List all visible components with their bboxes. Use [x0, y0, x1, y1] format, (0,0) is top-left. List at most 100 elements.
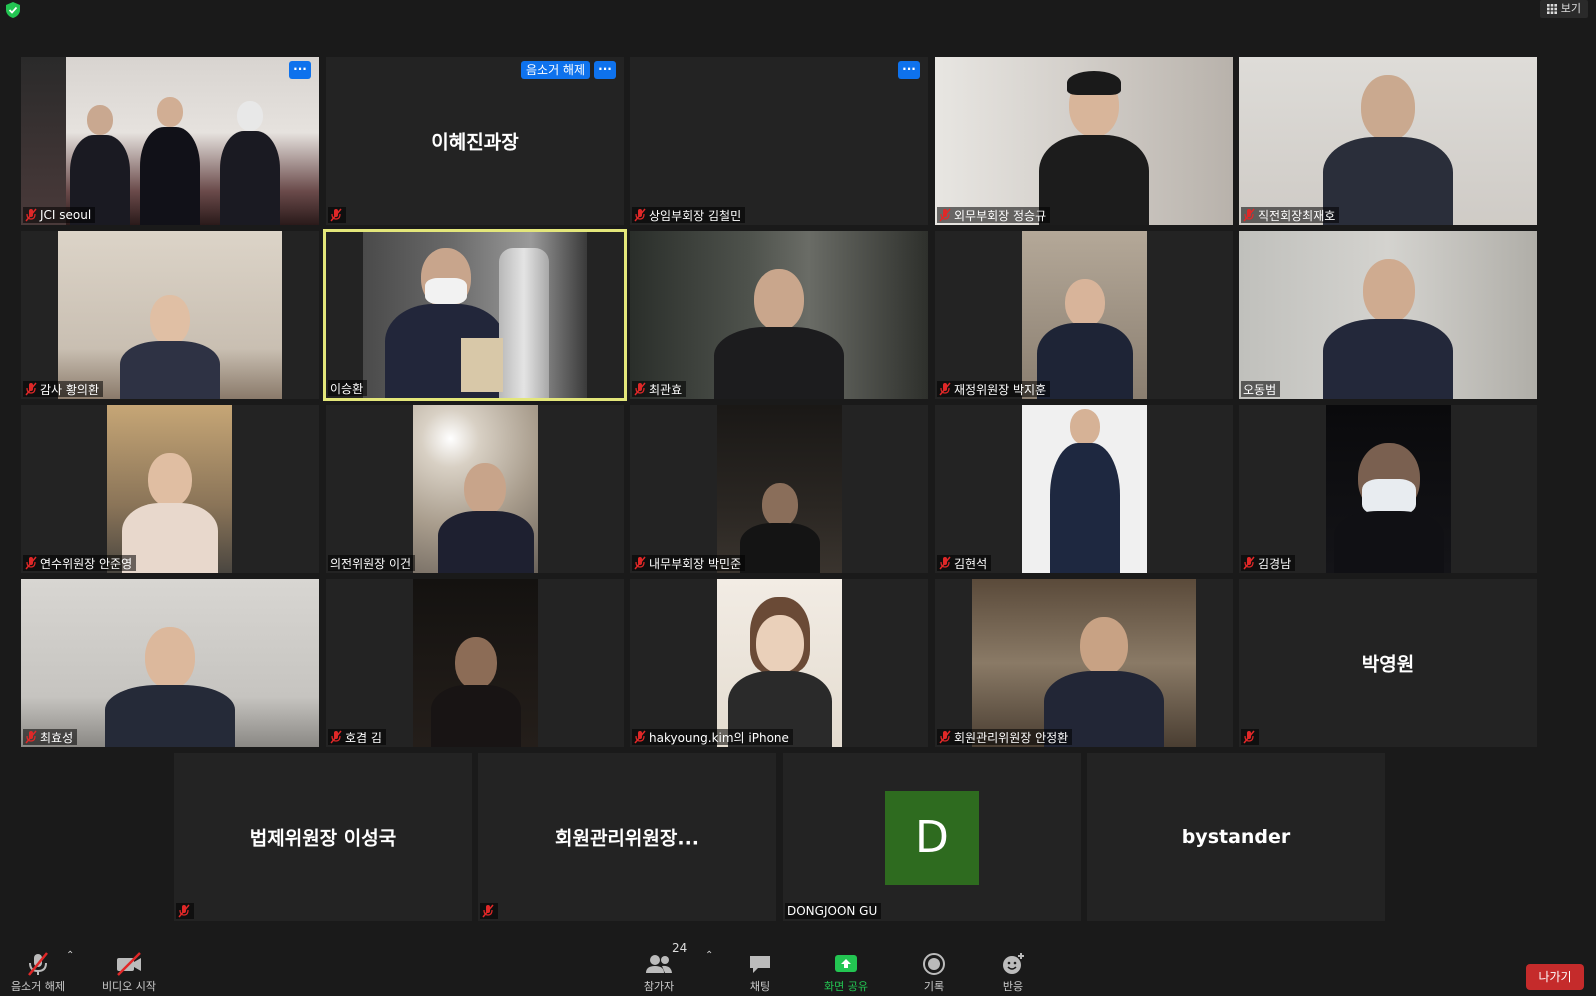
video-tile-bystander[interactable]: bystander	[1087, 753, 1385, 921]
video-tile-jci-seoul[interactable]: ··· JCI seoul	[21, 57, 319, 225]
participant-name-bar: 김경남	[1241, 555, 1296, 571]
mic-muted-icon	[482, 904, 494, 918]
participant-video	[630, 231, 928, 399]
video-tile-lee-seunghwan[interactable]: 이승환	[323, 229, 627, 401]
chat-label: 채팅	[749, 980, 771, 993]
participant-video	[21, 57, 319, 225]
grid-icon	[1546, 4, 1557, 14]
participant-video	[717, 405, 842, 573]
video-tile-jung-seunggyu[interactable]: 외무부회장 정승규	[935, 57, 1233, 225]
start-video-button[interactable]: 비디오 시작	[96, 951, 162, 996]
participant-name: 이승환	[330, 381, 364, 396]
reactions-icon	[1003, 953, 1024, 974]
participants-button[interactable]: 참가자	[634, 951, 684, 996]
participant-name: 회원관리위원장 안정환	[954, 730, 1069, 745]
mic-muted-icon	[28, 952, 48, 976]
video-tile-kim-cheolmin[interactable]: ··· 상임부회장 김철민	[630, 57, 928, 225]
video-tile-park-jihun[interactable]: 재정위원장 박지훈	[935, 231, 1233, 399]
reactions-button[interactable]: 반응	[993, 951, 1033, 996]
video-tile-choi-gwanhyo[interactable]: 최관효	[630, 231, 928, 399]
video-tile-dongjoon-gu[interactable]: D DONGJOON GU	[783, 753, 1081, 921]
meeting-controls-toolbar: 음소거 해제 ⌃ 비디오 시작 참가자 24 ⌃ 채팅 화면 공유 기록 반응 …	[0, 936, 1596, 996]
video-tile-lee-geon[interactable]: 의전위원장 이건	[326, 405, 624, 573]
participant-video	[935, 57, 1233, 225]
share-screen-button[interactable]: 화면 공유	[818, 951, 874, 996]
participant-name: 감사 황의환	[40, 382, 100, 397]
participant-name-bar: 재정위원장 박지훈	[937, 381, 1051, 397]
view-button[interactable]: 보기	[1539, 0, 1588, 18]
participant-name: JCI seoul	[40, 208, 92, 222]
participant-name-bar: 회원관리위원장 안정환	[937, 729, 1073, 745]
participants-icon	[646, 955, 672, 973]
unmute-label: 음소거 해제	[10, 980, 66, 993]
chat-button[interactable]: 채팅	[740, 951, 780, 996]
record-icon	[923, 953, 945, 975]
participant-video	[1239, 231, 1537, 399]
video-tile-an-junyeong[interactable]: 연수위원장 안준영	[21, 405, 319, 573]
participant-name: 외무부회장 정승규	[954, 208, 1047, 223]
video-tile-kim-hogyeom[interactable]: 호겸 김	[326, 579, 624, 747]
video-tile-hwang-uihwan[interactable]: 감사 황의환	[21, 231, 319, 399]
participant-display-name: 이혜진과장	[431, 131, 519, 154]
more-options-button[interactable]: ···	[898, 61, 920, 79]
view-label: 보기	[1560, 2, 1581, 15]
participant-display-name: bystander	[1181, 826, 1291, 848]
participant-video	[1022, 405, 1147, 573]
participant-count: 24	[672, 941, 688, 955]
video-tile-kim-hyeonseok[interactable]: 김현석	[935, 405, 1233, 573]
video-tile-oh-dongbeom[interactable]: 오동범	[1239, 231, 1537, 399]
participant-video	[1326, 405, 1451, 573]
participant-name: 오동범	[1243, 382, 1277, 397]
participant-name-bar: 오동범	[1241, 381, 1281, 397]
participant-video	[21, 579, 319, 747]
mic-muted-icon	[330, 208, 342, 222]
video-tile-park-yeongwon[interactable]: 박영원	[1239, 579, 1537, 747]
video-tile-hakyoung-iphone[interactable]: hakyoung.kim의 iPhone	[630, 579, 928, 747]
participant-name-bar: 내무부회장 박민준	[632, 555, 746, 571]
audio-options-caret[interactable]: ⌃	[66, 950, 74, 961]
more-options-button[interactable]: ···	[594, 61, 616, 79]
participant-name: 최효성	[40, 730, 74, 745]
video-tile-lee-hyejin[interactable]: 이혜진과장 음소거 해제 ···	[326, 57, 624, 225]
participant-video	[717, 579, 842, 747]
participant-name: 직전회장최재호	[1258, 208, 1336, 223]
mic-muted-icon	[1243, 208, 1255, 222]
more-options-button[interactable]: ···	[289, 61, 311, 79]
video-tile-an-jeonghwan[interactable]: 회원관리위원장 안정환	[935, 579, 1233, 747]
participant-name-bar: 직전회장최재호	[1241, 207, 1340, 223]
participant-name: 의전위원장 이건	[330, 556, 412, 571]
participant-name: 최관효	[649, 382, 683, 397]
video-tile-choi-hyoseong[interactable]: 최효성	[21, 579, 319, 747]
participants-label: 참가자	[643, 980, 675, 993]
participant-name-bar: 상임부회장 김철민	[632, 207, 746, 223]
video-tile-kim-gyeongnam[interactable]: 김경남	[1239, 405, 1537, 573]
mic-muted-icon	[25, 556, 37, 570]
participant-video	[58, 231, 282, 399]
unmute-request-tag[interactable]: 음소거 해제	[520, 61, 590, 79]
leave-meeting-button[interactable]: 나가기	[1526, 964, 1584, 990]
participant-video	[972, 579, 1196, 747]
participant-video	[107, 405, 232, 573]
video-tile-membership-chair[interactable]: 회원관리위원장...	[478, 753, 776, 921]
participant-display-name: 법제위원장 이성국	[249, 827, 397, 850]
security-shield-icon[interactable]	[6, 2, 20, 18]
participant-name-bar: 최효성	[23, 729, 78, 745]
participant-name-bar: 최관효	[632, 381, 687, 397]
participant-display-name: 박영원	[1361, 653, 1415, 676]
participant-name-bar: 호겸 김	[328, 729, 386, 745]
participant-name-bar	[176, 903, 194, 919]
participant-name-bar: 감사 황의환	[23, 381, 104, 397]
video-tile-lee-seongguk[interactable]: 법제위원장 이성국	[174, 753, 472, 921]
participant-video	[363, 232, 587, 398]
participants-options-caret[interactable]: ⌃	[705, 950, 713, 961]
share-screen-icon	[835, 955, 857, 972]
participant-name: 내무부회장 박민준	[649, 556, 742, 571]
participant-name-bar: 외무부회장 정승규	[937, 207, 1051, 223]
record-button[interactable]: 기록	[914, 951, 954, 996]
participant-video	[413, 405, 538, 573]
unmute-button[interactable]: 음소거 해제	[6, 951, 70, 996]
mic-muted-icon	[939, 382, 951, 396]
video-tile-park-minjun[interactable]: 내무부회장 박민준	[630, 405, 928, 573]
video-tile-choi-jaeho[interactable]: 직전회장최재호	[1239, 57, 1537, 225]
participant-video	[1022, 231, 1147, 399]
